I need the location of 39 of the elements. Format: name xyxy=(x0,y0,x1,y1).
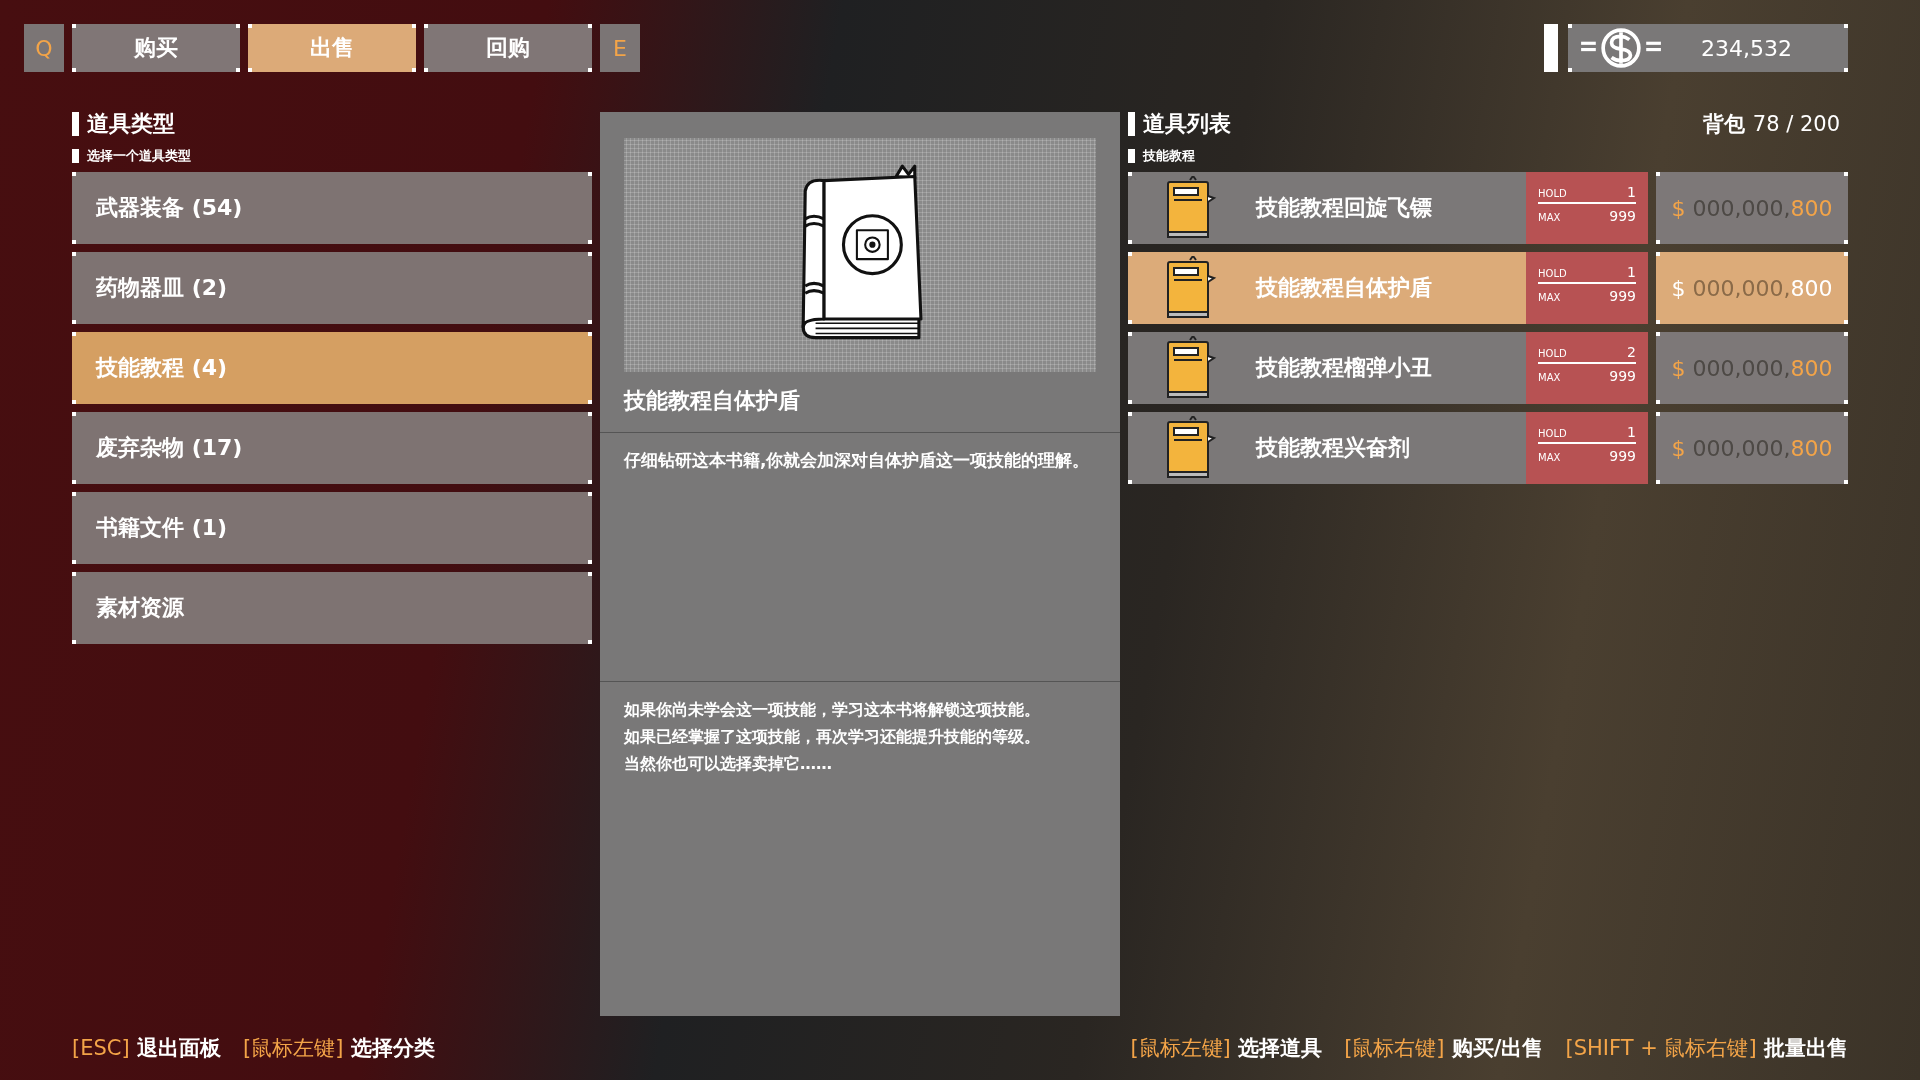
key-hint-label: [ESC] 退出面板 xyxy=(72,1035,221,1062)
section-title: 道具列表 xyxy=(1143,110,1231,138)
stock-badge: HOLD 1 MAX 999 xyxy=(1526,172,1648,244)
stock-badge: HOLD 1 MAX 999 xyxy=(1526,252,1648,324)
key-hint-label: [鼠标右键] 购买/出售 xyxy=(1344,1035,1544,1062)
item-row[interactable]: 技能教程自体护盾 HOLD 1 MAX 999 xyxy=(1128,252,1648,324)
item-note: 当然你也可以选择卖掉它…… xyxy=(624,753,833,775)
item-row[interactable]: 技能教程回旋飞镖 HOLD 1 MAX 999 xyxy=(1128,172,1648,244)
key-hint-label: [鼠标左键] 选择分类 xyxy=(242,1035,435,1062)
item-name: 技能教程自体护盾 xyxy=(600,372,1120,433)
tab[interactable]: 回购 xyxy=(424,24,592,72)
dollar-coin-icon xyxy=(1578,27,1664,69)
section-title: 道具类型 xyxy=(87,110,175,138)
price-label: $ 000,000,800 xyxy=(1671,275,1833,301)
section-subtitle: 选择一个道具类型 xyxy=(87,147,191,165)
money-amount: 234,532 xyxy=(1701,35,1792,61)
subheading-marker xyxy=(1128,149,1135,163)
tab[interactable]: 购买 xyxy=(72,24,240,72)
item-note: 如果你尚未学会这一项技能，学习这本书将解锁这项技能。 xyxy=(624,699,1041,721)
stock-badge: HOLD 2 MAX 999 xyxy=(1526,332,1648,404)
bag-capacity: 背包 78 / 200 xyxy=(1703,111,1840,138)
category-item[interactable]: 武器装备 (54) xyxy=(72,172,592,244)
heading-marker xyxy=(72,112,79,136)
key-hint-label: [鼠标左键] 选择道具 xyxy=(1130,1035,1323,1062)
item-note: 如果已经掌握了这项技能，再次学习还能提升技能的等级。 xyxy=(624,726,1041,748)
subheading-marker xyxy=(72,149,79,163)
heading-marker xyxy=(1128,112,1135,136)
item-row[interactable]: 技能教程榴弹小丑 HOLD 2 MAX 999 xyxy=(1128,332,1648,404)
stock-badge: HOLD 1 MAX 999 xyxy=(1526,412,1648,484)
category-item[interactable]: 素材资源 xyxy=(72,572,592,644)
category-item[interactable]: 废弃杂物 (17) xyxy=(72,412,592,484)
money-marker xyxy=(1544,24,1558,72)
category-item[interactable]: 技能教程 (4) xyxy=(72,332,592,404)
section-subtitle: 技能教程 xyxy=(1143,147,1195,165)
item-row[interactable]: 技能教程兴奋剂 HOLD 1 MAX 999 xyxy=(1128,412,1648,484)
category-item[interactable]: 书籍文件 (1) xyxy=(72,492,592,564)
item-description: 仔细钻研这本书籍,你就会加深对自体护盾这一项技能的理解。 xyxy=(600,433,1120,682)
key-hint-label: [SHIFT + 鼠标右键] 批量出售 xyxy=(1565,1035,1848,1062)
category-item[interactable]: 药物器皿 (2) xyxy=(72,252,592,324)
